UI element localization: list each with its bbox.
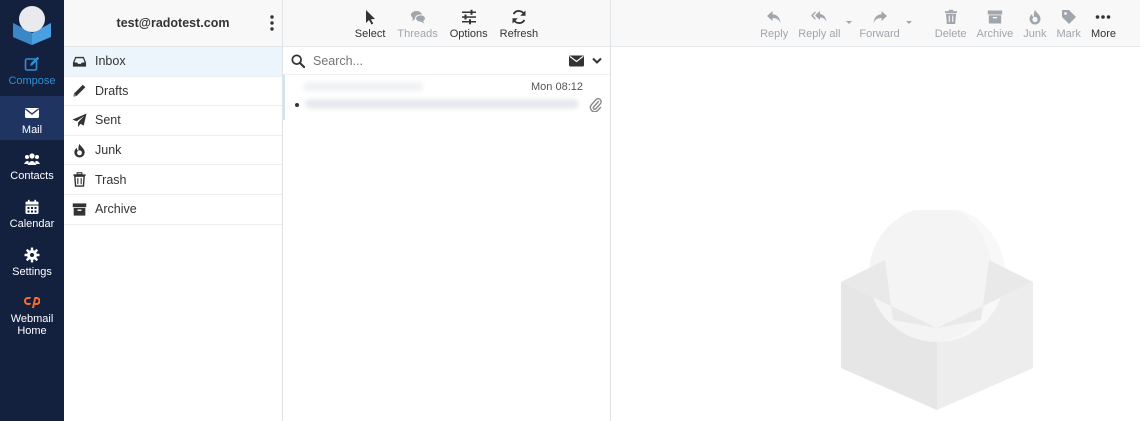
forward-group: Forward bbox=[855, 9, 912, 40]
folder-inbox-label: Inbox bbox=[95, 54, 126, 69]
preview-panel: Reply Reply all Forward Delete Archive J… bbox=[611, 0, 1140, 421]
reply-all-group: Reply all bbox=[794, 9, 853, 40]
message-sender-redacted bbox=[303, 82, 423, 91]
webmail-app: Compose Mail Contacts Calendar Settings … bbox=[0, 0, 1140, 421]
message-toolbar: Reply Reply all Forward Delete Archive J… bbox=[611, 0, 1140, 47]
reply-all-button[interactable]: Reply all bbox=[794, 9, 844, 40]
message-subject-redacted bbox=[305, 99, 579, 109]
folder-sent[interactable]: Sent bbox=[64, 106, 282, 136]
more-label: More bbox=[1090, 28, 1116, 40]
nav-settings-label: Settings bbox=[12, 266, 52, 278]
cpanel-icon bbox=[24, 297, 40, 308]
main-nav: Compose Mail Contacts Calendar Settings … bbox=[0, 0, 64, 421]
nav-contacts-label: Contacts bbox=[10, 170, 54, 182]
reply-all-dropdown-icon[interactable] bbox=[845, 11, 853, 25]
folder-junk[interactable]: Junk bbox=[64, 136, 282, 166]
folders-header: test@radotest.com bbox=[64, 0, 282, 47]
options-label: Options bbox=[449, 28, 488, 40]
reply-button[interactable]: Reply bbox=[756, 9, 792, 40]
users-icon bbox=[24, 153, 40, 165]
nav-calendar-label: Calendar bbox=[9, 218, 55, 230]
trash-icon bbox=[944, 9, 957, 24]
list-toolbar: Select Threads Options Refresh bbox=[283, 0, 610, 47]
roundcube-logo-icon[interactable] bbox=[9, 3, 55, 45]
tag-icon bbox=[1061, 10, 1076, 24]
ellipsis-icon bbox=[1096, 15, 1111, 19]
search-icon[interactable] bbox=[291, 53, 305, 68]
archive-button[interactable]: Archive bbox=[973, 9, 1018, 40]
paperclip-icon bbox=[589, 98, 602, 112]
fire-icon bbox=[74, 143, 85, 158]
threads-button[interactable]: Threads bbox=[393, 9, 441, 40]
folder-trash[interactable]: Trash bbox=[64, 165, 282, 195]
message-date: Mon 08:12 bbox=[531, 81, 583, 93]
forward-dropdown-icon[interactable] bbox=[905, 11, 913, 25]
delete-button[interactable]: Delete bbox=[931, 9, 971, 40]
compose-icon bbox=[24, 56, 40, 71]
inbox-icon bbox=[72, 56, 87, 67]
envelope-icon bbox=[25, 108, 39, 118]
nav-webmail-home[interactable]: Webmail Home bbox=[0, 294, 64, 338]
nav-webmail-home-label: Webmail Home bbox=[10, 313, 54, 337]
folder-archive-label: Archive bbox=[95, 202, 137, 217]
folder-junk-label: Junk bbox=[95, 143, 122, 158]
paper-plane-icon bbox=[72, 113, 87, 128]
junk-button[interactable]: Junk bbox=[1019, 9, 1050, 40]
pencil-icon bbox=[73, 85, 86, 97]
search-input[interactable] bbox=[313, 53, 569, 68]
message-list-panel: Select Threads Options Refresh Mon 08 bbox=[283, 0, 611, 421]
nav-contacts[interactable]: Contacts bbox=[0, 151, 64, 187]
folder-panel: test@radotest.com Inbox Drafts Sent Junk… bbox=[64, 0, 283, 421]
cursor-icon bbox=[366, 10, 376, 25]
folder-sent-label: Sent bbox=[95, 113, 121, 128]
archive-label: Archive bbox=[976, 28, 1014, 40]
fire-icon bbox=[1029, 9, 1041, 25]
mark-button[interactable]: Mark bbox=[1052, 9, 1084, 40]
chevron-down-icon[interactable] bbox=[592, 57, 602, 65]
refresh-icon bbox=[512, 10, 526, 24]
nav-compose-label: Compose bbox=[8, 75, 56, 87]
refresh-label: Refresh bbox=[499, 28, 539, 40]
nav-settings[interactable]: Settings bbox=[0, 247, 64, 283]
list-item[interactable]: Mon 08:12 bbox=[283, 75, 610, 120]
comments-icon bbox=[410, 11, 426, 24]
select-button[interactable]: Select bbox=[351, 9, 390, 40]
sliders-icon bbox=[461, 9, 476, 25]
account-email: test@radotest.com bbox=[116, 16, 230, 30]
search-bar bbox=[283, 47, 610, 75]
archive-icon bbox=[72, 203, 87, 216]
nav-mail-label: Mail bbox=[21, 124, 43, 136]
unread-dot bbox=[295, 103, 299, 107]
mark-label: Mark bbox=[1056, 28, 1081, 40]
forward-button[interactable]: Forward bbox=[855, 9, 903, 40]
reply-label: Reply bbox=[760, 28, 789, 40]
kebab-menu-icon[interactable] bbox=[270, 15, 274, 31]
refresh-button[interactable]: Refresh bbox=[496, 9, 543, 40]
threads-label: Threads bbox=[397, 28, 438, 40]
reply-all-icon bbox=[811, 11, 827, 22]
more-button[interactable]: More bbox=[1087, 9, 1120, 40]
reply-icon bbox=[767, 11, 781, 23]
envelope-icon[interactable] bbox=[569, 55, 584, 67]
forward-icon bbox=[873, 11, 887, 23]
select-label: Select bbox=[354, 28, 386, 40]
delete-label: Delete bbox=[934, 28, 967, 40]
folder-inbox[interactable]: Inbox bbox=[64, 47, 282, 77]
nav-calendar[interactable]: Calendar bbox=[0, 199, 64, 235]
reply-all-label: Reply all bbox=[798, 28, 841, 40]
forward-label: Forward bbox=[859, 28, 900, 40]
nav-mail[interactable]: Mail bbox=[0, 96, 64, 140]
nav-compose[interactable]: Compose bbox=[0, 56, 64, 92]
junk-label: Junk bbox=[1023, 28, 1047, 40]
folder-drafts[interactable]: Drafts bbox=[64, 77, 282, 107]
calendar-icon bbox=[25, 199, 39, 214]
archive-icon bbox=[987, 10, 1003, 24]
roundcube-watermark-icon bbox=[841, 210, 1033, 410]
options-button[interactable]: Options bbox=[446, 9, 492, 40]
gear-icon bbox=[24, 247, 40, 263]
trash-icon bbox=[73, 172, 86, 187]
folder-trash-label: Trash bbox=[95, 172, 127, 187]
folder-archive[interactable]: Archive bbox=[64, 195, 282, 225]
folder-drafts-label: Drafts bbox=[95, 83, 129, 98]
